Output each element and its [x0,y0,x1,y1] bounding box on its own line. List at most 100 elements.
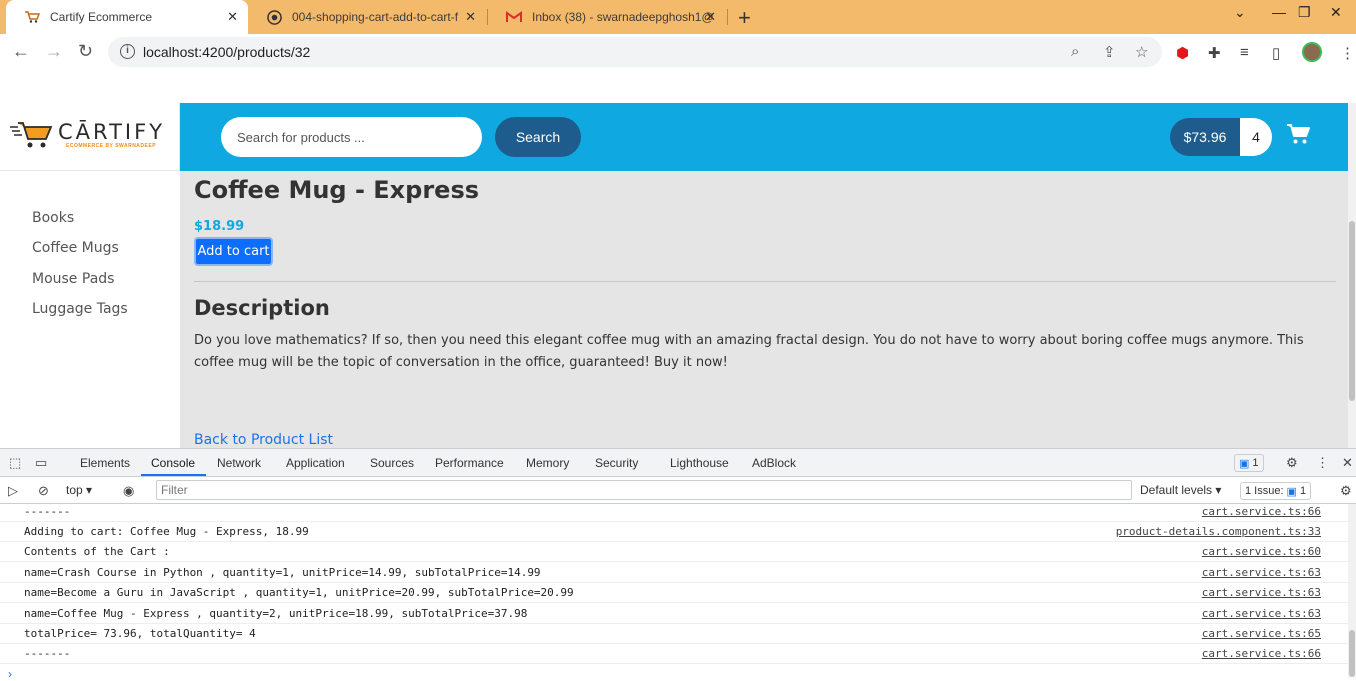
url-text[interactable]: localhost:4200/products/32 [143,44,310,60]
zoom-icon[interactable]: ⌕ [1071,43,1079,60]
devtools-tab-sources[interactable]: Sources [370,456,414,470]
close-tab-icon[interactable]: ✕ [227,9,238,25]
console-log-row: Adding to cart: Coffee Mug - Express, 18… [0,522,1348,542]
browser-tab-bar: Cartify Ecommerce ✕ 004-shopping-cart-ad… [0,0,1356,34]
devtools-tab-bar: ⬚ ▭ Elements Console Network Application… [0,449,1356,477]
log-message: totalPrice= 73.96, totalQuantity= 4 [24,627,256,640]
tab-search-chevron-icon[interactable]: ⌄ [1234,4,1246,21]
media-queue-icon[interactable]: ≡ [1240,44,1249,61]
page-scrollbar[interactable] [1348,103,1356,448]
back-to-product-list-link[interactable]: Back to Product List [194,432,333,448]
product-price: $18.99 [194,219,245,234]
site-info-icon[interactable]: i [120,44,135,59]
cart-favicon-icon [24,9,40,25]
profile-avatar[interactable] [1302,42,1322,62]
cart-status[interactable]: $73.96 4 [1170,118,1272,156]
new-tab-button[interactable]: + [738,5,751,31]
shopping-cart-icon[interactable] [1286,123,1310,145]
adblock-extension-icon[interactable]: ⬢ [1176,44,1189,62]
side-panel-icon[interactable]: ▯ [1272,44,1280,62]
log-source-link[interactable]: cart.service.ts:66 [1202,505,1321,518]
devtools-tab-performance[interactable]: Performance [435,456,504,470]
log-source-link[interactable]: product-details.component.ts:33 [1116,525,1321,538]
tab-title: Inbox (38) - swarnadeepghosh1@ [532,10,714,24]
devtools-tab-network[interactable]: Network [217,456,261,470]
console-log-row: name=Crash Course in Python , quantity=1… [0,563,1348,583]
close-tab-icon[interactable]: ✕ [465,9,476,25]
cart-total-price: $73.96 [1170,118,1240,156]
log-source-link[interactable]: cart.service.ts:63 [1202,607,1321,620]
context-selector[interactable]: top ▾ [66,483,92,497]
log-message: name=Become a Guru in JavaScript , quant… [24,586,574,599]
browser-toolbar: ← → ↻ i localhost:4200/products/32 ⌕ ⇪ ☆… [0,34,1356,70]
log-source-link[interactable]: cart.service.ts:65 [1202,627,1321,640]
description-heading: Description [194,296,330,320]
divider [194,281,1336,282]
sidebar-item-luggage-tags[interactable]: Luggage Tags [32,301,128,317]
clear-console-icon[interactable]: ⊘ [38,483,49,499]
log-source-link[interactable]: cart.service.ts:60 [1202,545,1321,558]
devtools-tab-console[interactable]: Console [151,456,195,470]
messages-badge[interactable]: ▣ 1 [1234,454,1264,472]
tab-title: Cartify Ecommerce [50,10,153,24]
console-scrollbar-thumb[interactable] [1349,630,1355,677]
console-output: ------- cart.service.ts:66 Adding to car… [0,504,1348,681]
device-toolbar-icon[interactable]: ▭ [35,455,47,471]
devtools-settings-gear-icon[interactable]: ⚙ [1286,455,1298,471]
minimize-icon[interactable]: — [1272,4,1286,20]
log-levels-dropdown[interactable]: Default levels ▾ [1140,483,1221,497]
chrome-menu-icon[interactable]: ⋮ [1340,44,1355,62]
tab-github[interactable]: 004-shopping-cart-add-to-cart-f ✕ [248,0,486,34]
page-scrollbar-thumb[interactable] [1349,221,1355,401]
devtools-tab-elements[interactable]: Elements [80,456,130,470]
devtools-tab-memory[interactable]: Memory [526,456,569,470]
issue-icon: ▣ [1286,485,1297,498]
log-message: ------- [24,505,71,518]
address-bar[interactable]: i localhost:4200/products/32 ⌕ ⇪ ☆ [108,37,1162,67]
issues-label: 1 Issue: [1245,485,1284,497]
sidebar-item-coffee-mugs[interactable]: Coffee Mugs [32,240,119,256]
messages-count: 1 [1252,457,1259,469]
inspect-element-icon[interactable]: ⬚ [9,455,21,471]
devtools-close-icon[interactable]: ✕ [1342,455,1353,471]
issues-button[interactable]: 1 Issue: ▣ 1 [1240,482,1312,500]
devtools-tab-lighthouse[interactable]: Lighthouse [670,456,729,470]
tab-cartify[interactable]: Cartify Ecommerce ✕ [6,0,248,34]
log-source-link[interactable]: cart.service.ts:63 [1202,586,1321,599]
product-search-input[interactable] [221,117,482,157]
close-tab-icon[interactable]: ✕ [705,9,716,25]
sidebar-item-books[interactable]: Books [32,210,74,226]
search-button[interactable]: Search [495,117,581,157]
page-viewport: CĀRTIFY ECOMMERCE BY SWARNADEEP Search $… [0,70,1348,448]
console-log-row: name=Become a Guru in JavaScript , quant… [0,583,1348,603]
active-tab-indicator [141,474,206,476]
logo-tagline: ECOMMERCE BY SWARNADEEP [66,143,157,149]
window-close-icon[interactable]: ✕ [1330,4,1342,21]
store-logo[interactable]: CĀRTIFY ECOMMERCE BY SWARNADEEP [0,103,180,171]
devtools-more-icon[interactable]: ⋮ [1316,455,1329,471]
log-source-link[interactable]: cart.service.ts:66 [1202,647,1321,660]
console-prompt[interactable]: › [8,667,12,681]
share-icon[interactable]: ⇪ [1103,43,1116,61]
devtools-tab-security[interactable]: Security [595,456,638,470]
bookmark-star-icon[interactable]: ☆ [1135,43,1148,61]
sidebar-item-mouse-pads[interactable]: Mouse Pads [32,271,114,287]
console-scrollbar[interactable] [1348,504,1356,677]
reload-icon[interactable]: ↻ [78,41,93,62]
devtools-tab-adblock[interactable]: AdBlock [752,456,796,470]
tab-gmail[interactable]: Inbox (38) - swarnadeepghosh1@ ✕ [488,0,726,34]
forward-arrow-icon[interactable]: → [45,41,63,62]
devtools-tab-application[interactable]: Application [286,456,345,470]
add-to-cart-button[interactable]: Add to cart [194,237,273,266]
extensions-puzzle-icon[interactable]: ✚ [1208,44,1221,62]
cart-total-quantity: 4 [1240,118,1272,156]
log-source-link[interactable]: cart.service.ts:63 [1202,566,1321,579]
console-settings-gear-icon[interactable]: ⚙ [1340,483,1352,499]
restore-icon[interactable]: ❐ [1298,4,1311,21]
console-filter-input[interactable]: Filter [156,480,1132,500]
product-details: Coffee Mug - Express $18.99 Add to cart … [180,171,1348,448]
sidebar-toggle-icon[interactable]: ▷ [8,483,18,499]
console-log-row: name=Coffee Mug - Express , quantity=2, … [0,604,1348,624]
live-expression-eye-icon[interactable]: ◉ [123,483,134,499]
back-arrow-icon[interactable]: ← [12,41,30,62]
